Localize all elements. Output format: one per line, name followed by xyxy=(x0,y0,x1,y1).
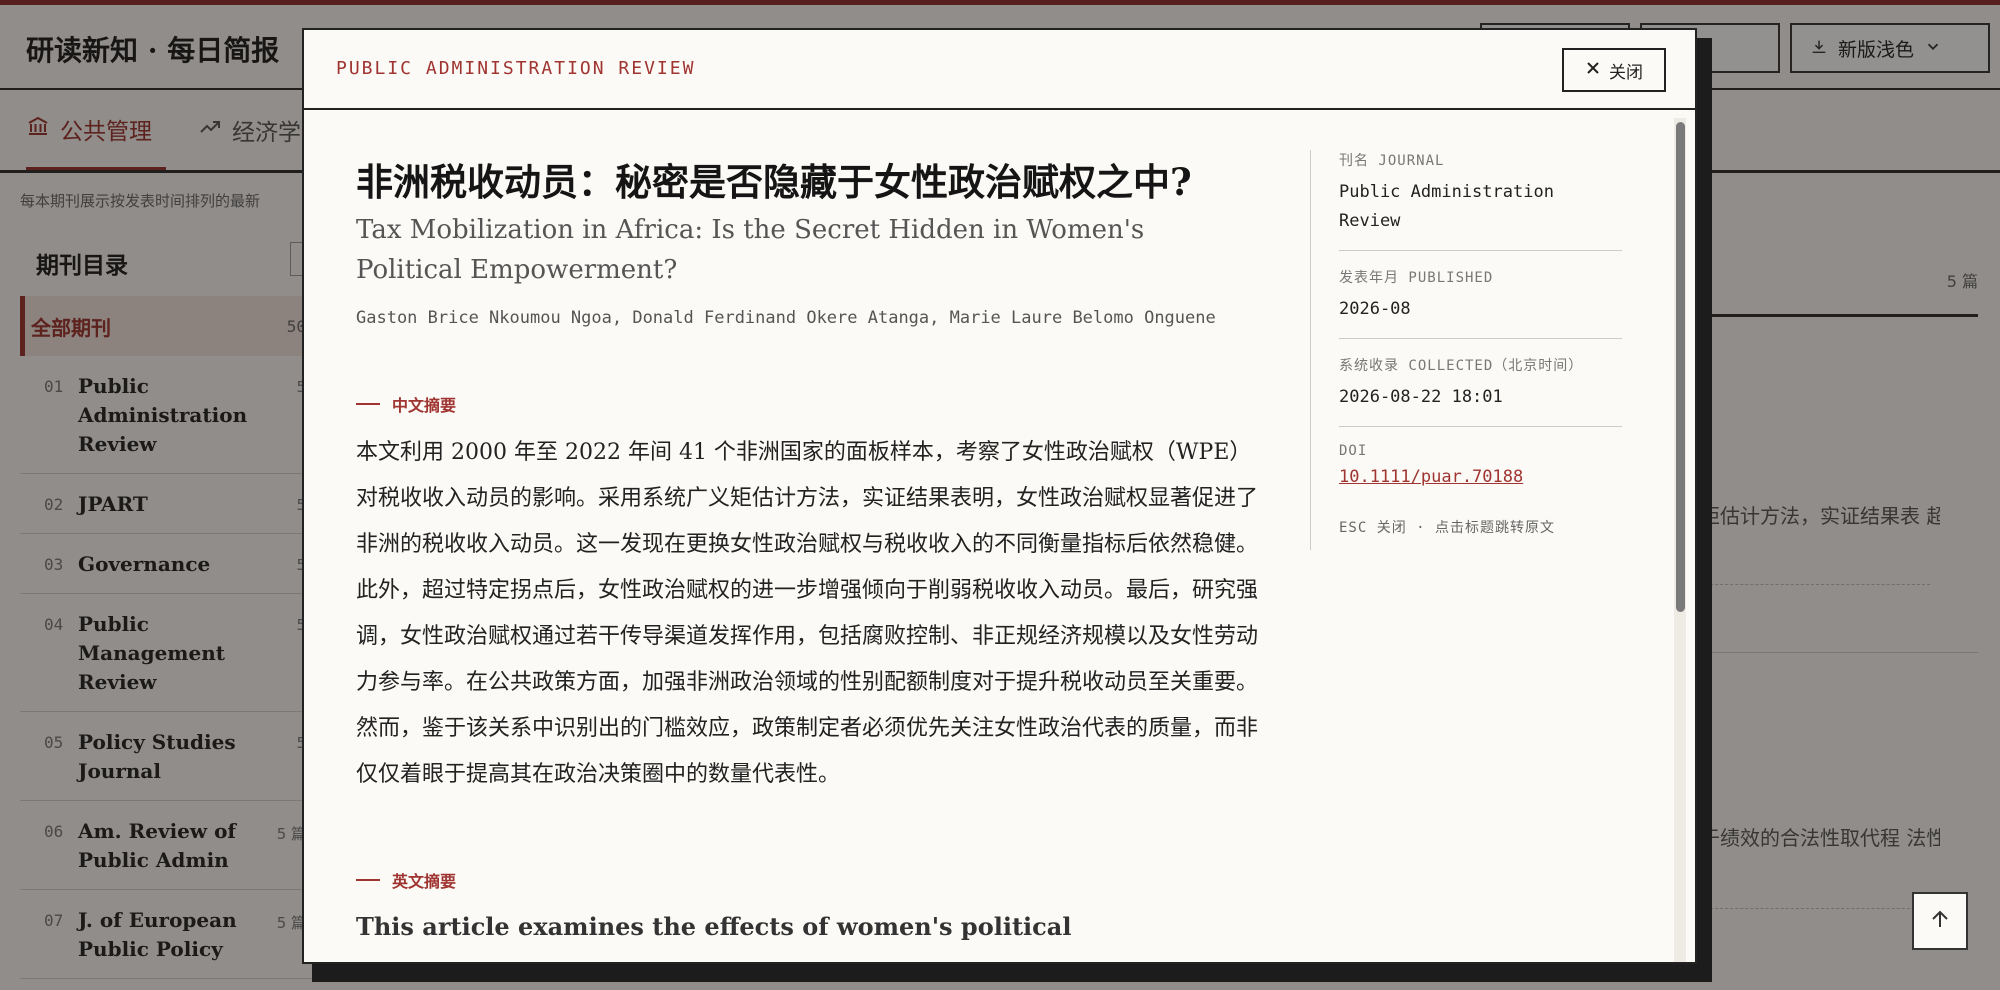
arrow-up-icon xyxy=(1928,907,1952,935)
meta-collected: 系统收录 COLLECTED（北京时间） 2026-08-22 18:01 xyxy=(1339,355,1622,427)
meta-doi: DOI 10.1111/puar.70188 xyxy=(1339,443,1622,501)
article-title-en[interactable]: Tax Mobilization in Africa: Is the Secre… xyxy=(356,210,1216,290)
meta-label: 系统收录 COLLECTED（北京时间） xyxy=(1339,358,1584,374)
close-button[interactable]: 关闭 xyxy=(1562,48,1666,92)
abstract-cn: 本文利用 2000 年至 2022 年间 41 个非洲国家的面板样本，考察了女性… xyxy=(356,440,1259,787)
article-authors: Gaston Brice Nkoumou Ngoa, Donald Ferdin… xyxy=(356,308,1216,328)
journal-kicker: PUBLIC ADMINISTRATION REVIEW xyxy=(336,58,696,79)
meta-label: 刊名 JOURNAL xyxy=(1339,153,1445,169)
meta-published: 发表年月 PUBLISHED 2026-08 xyxy=(1339,267,1622,339)
article-meta: 刊名 JOURNAL Public Administration Review … xyxy=(1310,150,1622,550)
modal-header: PUBLIC ADMINISTRATION REVIEW 关闭 xyxy=(304,30,1695,110)
meta-label: DOI xyxy=(1339,443,1368,459)
modal-body: 非洲税收动员：秘密是否隐藏于女性政治赋权之中? Tax Mobilization… xyxy=(304,112,1695,962)
doi-link[interactable]: 10.1111/puar.70188 xyxy=(1339,467,1622,487)
meta-value: 2026-08-22 18:01 xyxy=(1339,387,1503,407)
abstract-en: This article examines the effects of wom… xyxy=(356,912,1072,962)
section-label-cn: 中文摘要 xyxy=(356,392,456,416)
section-label-text: 英文摘要 xyxy=(392,872,457,891)
article-modal: PUBLIC ADMINISTRATION REVIEW 关闭 非洲税收动员：秘… xyxy=(302,28,1697,964)
close-icon xyxy=(1585,60,1601,81)
section-bar xyxy=(356,879,380,881)
section-label-text: 中文摘要 xyxy=(392,396,457,415)
meta-value: 2026-08 xyxy=(1339,299,1411,319)
meta-value: Public Administration Review xyxy=(1339,182,1554,231)
section-label-en: 英文摘要 xyxy=(356,868,456,892)
keyboard-hint: ESC 关闭 · 点击标题跳转原文 xyxy=(1339,520,1556,536)
meta-journal: 刊名 JOURNAL Public Administration Review xyxy=(1339,150,1622,251)
section-bar xyxy=(356,403,380,405)
meta-label: 发表年月 PUBLISHED xyxy=(1339,270,1494,286)
article-title-cn[interactable]: 非洲税收动员：秘密是否隐藏于女性政治赋权之中? xyxy=(356,152,1192,206)
scrollbar-thumb[interactable] xyxy=(1676,122,1685,612)
close-label: 关闭 xyxy=(1609,62,1643,83)
back-to-top-button[interactable] xyxy=(1912,892,1968,950)
